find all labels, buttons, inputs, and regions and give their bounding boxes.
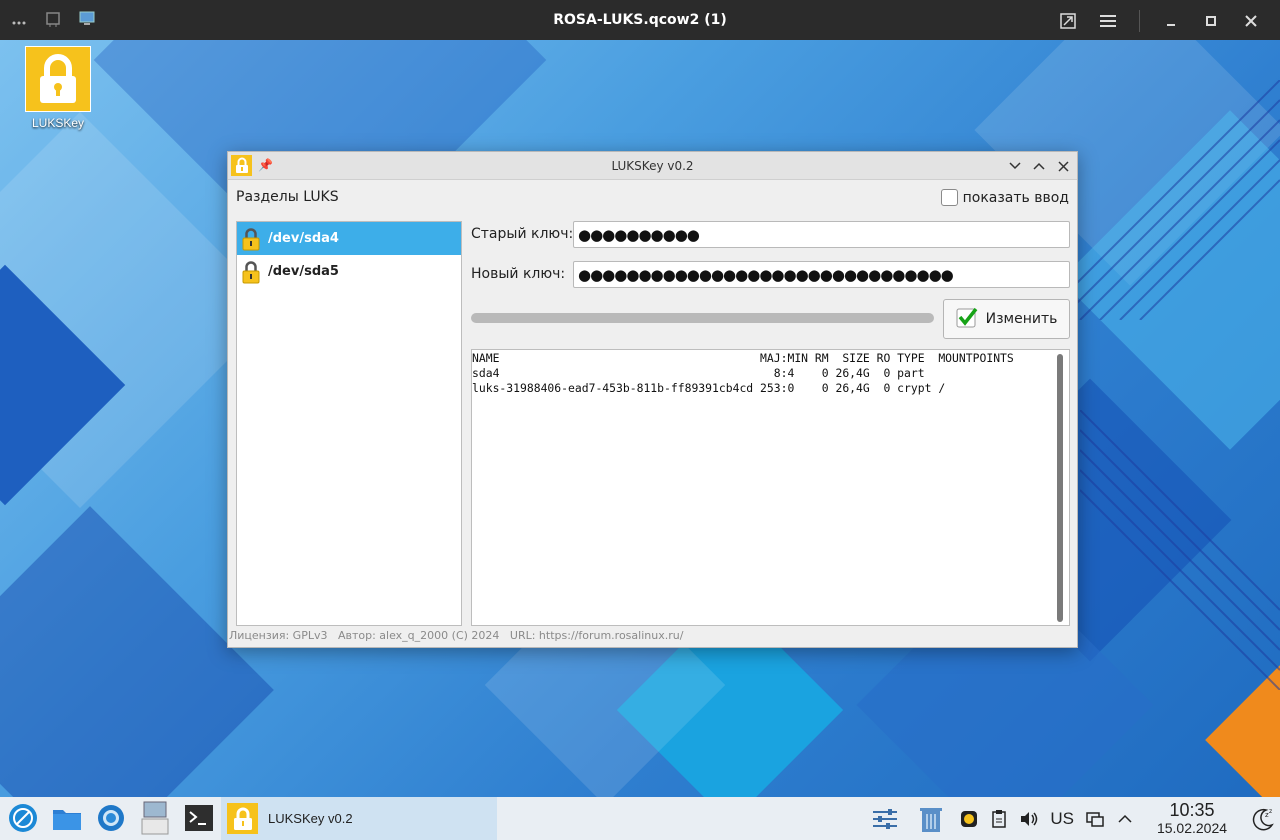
- partition-item-sda4[interactable]: /dev/sda4: [237, 222, 461, 255]
- lock-icon: [241, 260, 261, 284]
- keyboard-layout[interactable]: US: [1050, 809, 1074, 829]
- minimize-button[interactable]: [1007, 156, 1023, 176]
- menu-icon[interactable]: [1099, 12, 1117, 30]
- svg-text:z: z: [1269, 808, 1272, 815]
- terminal-icon[interactable]: [182, 801, 216, 835]
- lukskey-window: 📌 LUKSKey v0.2 Разделы LUKS показать вво…: [227, 151, 1078, 648]
- output-text: NAME MAJ:MIN RM SIZE RO TYPE MOUNTPOINTS…: [472, 351, 1014, 395]
- section-label: Разделы LUKS: [236, 189, 339, 205]
- lock-icon: [25, 46, 91, 112]
- network-icon[interactable]: [1086, 810, 1104, 828]
- partition-list[interactable]: /dev/sda4 /dev/sda5: [236, 221, 462, 626]
- system-tray: US 10:35 15.02.2024 zz: [868, 797, 1274, 840]
- clock[interactable]: 10:35 15.02.2024: [1146, 800, 1238, 837]
- taskbar-task-lukskey[interactable]: LUKSKey v0.2: [221, 797, 497, 840]
- lock-icon: [227, 803, 258, 834]
- system-monitor-icon[interactable]: [138, 801, 172, 835]
- volume-icon[interactable]: [1020, 810, 1038, 828]
- trash-icon[interactable]: [914, 802, 948, 836]
- minimize-icon[interactable]: [1162, 12, 1180, 30]
- old-key-label: Старый ключ:: [471, 226, 574, 242]
- fullscreen-icon[interactable]: [1059, 12, 1077, 30]
- progress-fill: [471, 313, 934, 323]
- output-console[interactable]: NAME MAJ:MIN RM SIZE RO TYPE MOUNTPOINTS…: [471, 349, 1070, 626]
- separator: [1139, 10, 1140, 32]
- footer-info: Лицензия: GPLv3 Автор: alex_q_2000 (C) 2…: [229, 629, 684, 642]
- close-button[interactable]: [1055, 156, 1071, 176]
- old-key-field[interactable]: ●●●●●●●●●●: [573, 221, 1070, 248]
- settings-sliders-icon[interactable]: [868, 802, 902, 836]
- clock-date: 15.02.2024: [1156, 820, 1228, 836]
- maximize-icon[interactable]: [1202, 12, 1220, 30]
- change-button-label: Изменить: [985, 311, 1058, 327]
- clock-time: 10:35: [1169, 800, 1215, 820]
- maximize-button[interactable]: [1031, 156, 1047, 176]
- app-menu-icon[interactable]: [6, 801, 40, 835]
- file-manager-icon[interactable]: [50, 801, 84, 835]
- show-input-label: показать ввод: [962, 189, 1069, 206]
- desktop-icon-label: LUKSKey: [31, 116, 85, 130]
- wallpaper-stripes: [1080, 410, 1280, 690]
- browser-icon[interactable]: [94, 801, 128, 835]
- change-button[interactable]: Изменить: [943, 299, 1070, 339]
- show-input-checkbox[interactable]: показать ввод: [940, 189, 1069, 206]
- progress-bar: [471, 313, 934, 323]
- notifications-icon[interactable]: [960, 810, 978, 828]
- clipboard-icon[interactable]: [990, 809, 1008, 828]
- window-titlebar: 📌 LUKSKey v0.2: [228, 152, 1077, 180]
- chevron-up-icon[interactable]: [1116, 810, 1134, 828]
- close-icon[interactable]: [1242, 12, 1260, 30]
- checkbox-box[interactable]: [940, 189, 958, 206]
- lock-icon: [241, 227, 261, 251]
- vertical-scrollbar[interactable]: [1057, 354, 1063, 622]
- window-title: LUKSKey v0.2: [611, 159, 694, 173]
- partition-item-sda5[interactable]: /dev/sda5: [237, 255, 461, 288]
- partition-name: /dev/sda4: [268, 231, 339, 246]
- checkmark-icon: [956, 306, 978, 332]
- new-key-field[interactable]: ●●●●●●●●●●●●●●●●●●●●●●●●●●●●●●●: [573, 261, 1070, 288]
- taskbar: LUKSKey v0.2 US 10:35 15.02.2024 zz: [0, 797, 1280, 840]
- new-key-label: Новый ключ:: [471, 266, 566, 282]
- night-mode-icon[interactable]: zz: [1250, 807, 1274, 831]
- task-label: LUKSKey v0.2: [268, 811, 353, 826]
- partition-name: /dev/sda5: [268, 264, 339, 279]
- host-titlebar: ROSA-LUKS.qcow2 (1): [0, 0, 1280, 40]
- desktop-icon-lukskey[interactable]: LUKSKey: [20, 46, 96, 130]
